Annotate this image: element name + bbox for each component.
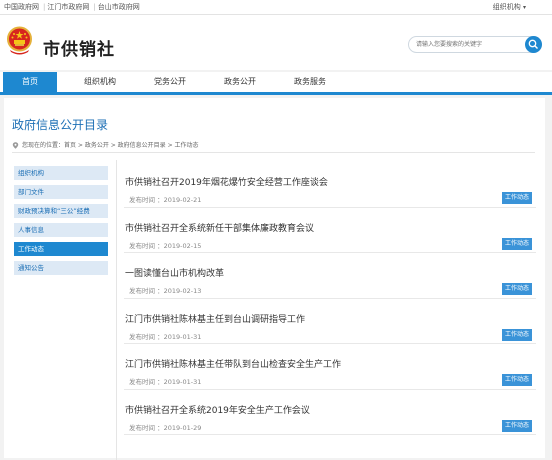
- list-item: 江门市供销社陈林基主任带队到台山检查安全生产工作 发布时间 ：2019-01-3…: [124, 344, 536, 390]
- article-title[interactable]: 江门市供销社陈林基主任到台山调研指导工作: [125, 312, 305, 325]
- article-date: 发布时间 ：2019-01-31: [129, 332, 202, 341]
- tab-government-services[interactable]: 政务服务: [283, 72, 337, 92]
- link-china-gov[interactable]: 中国政府网: [4, 3, 39, 11]
- tab-home[interactable]: 首页: [3, 72, 57, 92]
- category-tag[interactable]: 工作动态: [502, 237, 532, 250]
- article-title[interactable]: 市供销社召开全系统2019年安全生产工作会议: [125, 403, 310, 416]
- org-menu[interactable]: 组织机构 ▾: [493, 2, 526, 12]
- article-list: 市供销社召开2019年烟花爆竹安全经营工作座谈会 发布时间 ：2019-02-2…: [124, 162, 536, 435]
- sidebar-item-budget[interactable]: 财政预决算和“三公”经费: [14, 204, 108, 218]
- org-menu-label: 组织机构: [492, 3, 521, 11]
- category-tag[interactable]: 工作动态: [502, 283, 532, 295]
- list-item: 市供销社召开全系统2019年安全生产工作会议 发布时间 ：2019-01-29 …: [124, 390, 536, 435]
- list-item: 江门市供销社陈林基主任到台山调研指导工作 发布时间 ：2019-01-31 工作…: [124, 299, 536, 344]
- main-content: 政府信息公开目录 您现在的位置：首页 > 政务公开 > 政府信息公开目录 > 工…: [4, 98, 545, 460]
- sidebar-item-department-documents[interactable]: 部门文件: [14, 185, 108, 199]
- article-date: 发布时间 ：2019-02-21: [129, 196, 202, 204]
- site-title: 市供销社: [43, 40, 115, 60]
- tab-party-affairs[interactable]: 党务公开: [143, 72, 197, 92]
- article-date: 发布时间 ：2019-02-15: [129, 241, 202, 250]
- search-input[interactable]: [416, 39, 516, 49]
- article-title[interactable]: 江门市供销社陈林基主任带队到台山检查安全生产工作: [125, 357, 341, 370]
- divider: [12, 152, 535, 153]
- category-tag[interactable]: 工作动态: [502, 374, 532, 386]
- location-pin-icon: [12, 142, 19, 149]
- category-tag[interactable]: 工作动态: [502, 328, 532, 341]
- link-taishan-gov[interactable]: 台山市政府网: [98, 3, 140, 11]
- main-nav: 首页 组织机构 党务公开 政务公开 政务服务: [0, 72, 552, 95]
- tab-organization[interactable]: 组织机构: [73, 72, 127, 92]
- top-bar: 中国政府网 | 江门市政府网 | 台山市政府网 组织机构 ▾: [0, 0, 552, 15]
- link-jiangmen-gov[interactable]: 江门市政府网: [47, 3, 89, 11]
- category-tag[interactable]: 工作动态: [502, 192, 532, 204]
- sidebar: 组织机构 部门文件 财政预决算和“三公”经费 人事信息 工作动态 通知公告: [14, 166, 108, 280]
- breadcrumb: 您现在的位置：首页 > 政务公开 > 政府信息公开目录 > 工作动态: [12, 140, 199, 149]
- article-date: 发布时间 ：2019-02-13: [129, 287, 202, 295]
- article-date: 发布时间 ：2019-01-29: [129, 423, 202, 432]
- column-divider: [116, 160, 117, 460]
- site-header: 市供销社: [0, 15, 552, 70]
- tab-government-affairs[interactable]: 政务公开: [213, 72, 267, 92]
- breadcrumb-text: 您现在的位置：首页 > 政务公开 > 政府信息公开目录 > 工作动态: [22, 142, 199, 149]
- link-separator: |: [93, 3, 96, 11]
- sidebar-item-personnel[interactable]: 人事信息: [14, 223, 108, 237]
- sidebar-item-work-news[interactable]: 工作动态: [14, 242, 108, 256]
- list-item: 一图读懂台山市机构改革 发布时间 ：2019-02-13 工作动态: [124, 253, 536, 299]
- sidebar-item-notices[interactable]: 通知公告: [14, 261, 108, 275]
- search-icon: [528, 39, 538, 49]
- list-item: 市供销社召开全系统新任干部集体廉政教育会议 发布时间 ：2019-02-15 工…: [124, 208, 536, 253]
- list-item: 市供销社召开2019年烟花爆竹安全经营工作座谈会 发布时间 ：2019-02-2…: [124, 162, 536, 208]
- category-tag[interactable]: 工作动态: [502, 419, 532, 432]
- article-title[interactable]: 市供销社召开2019年烟花爆竹安全经营工作座谈会: [125, 175, 328, 188]
- national-emblem-icon: [7, 26, 32, 55]
- article-date: 发布时间 ：2019-01-31: [129, 378, 202, 386]
- search-button[interactable]: [525, 36, 542, 53]
- article-title[interactable]: 一图读懂台山市机构改革: [125, 266, 224, 279]
- sidebar-item-organization[interactable]: 组织机构: [14, 166, 108, 180]
- chevron-down-icon: ▾: [522, 4, 526, 11]
- link-separator: |: [43, 3, 46, 11]
- page-title: 政府信息公开目录: [12, 118, 109, 132]
- search-box: [408, 36, 542, 53]
- article-title[interactable]: 市供销社召开全系统新任干部集体廉政教育会议: [125, 221, 314, 234]
- gov-links: 中国政府网 | 江门市政府网 | 台山市政府网: [4, 2, 142, 12]
